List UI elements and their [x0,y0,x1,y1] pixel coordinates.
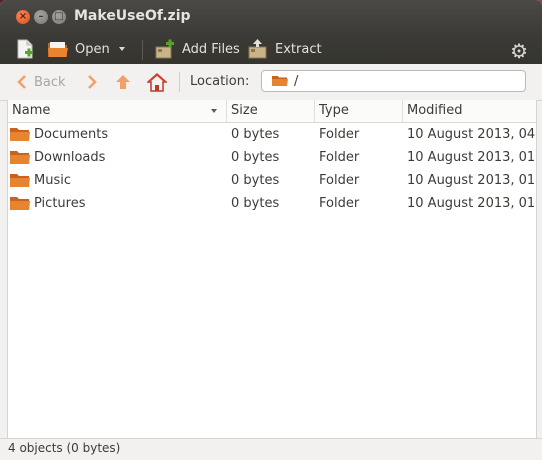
column-header-name[interactable]: Name [8,100,227,122]
location-label: Location: [190,74,250,89]
file-type: Folder [319,196,360,211]
window-title: MakeUseOf.zip [74,8,191,24]
toolbar: Open Add Files Extract ⚙ [0,34,542,64]
nav-separator [179,72,180,92]
file-size: 0 bytes [231,173,280,188]
status-text: 4 objects (0 bytes) [8,441,121,455]
file-name: Documents [34,127,109,142]
back-arrow-icon [17,75,26,89]
home-icon [147,72,167,92]
home-button[interactable] [147,71,167,93]
minimize-button[interactable]: – [34,10,48,24]
file-type: Folder [319,150,360,165]
forward-button[interactable] [86,71,98,93]
file-modified: 10 August 2013, 01:42 [407,150,536,165]
file-modified: 10 August 2013, 01:42 [407,173,536,188]
column-header-type-label: Type [319,103,349,118]
file-modified: 10 August 2013, 04:13 [407,127,536,142]
file-row[interactable]: Documents 0 bytes Folder 10 August 2013,… [8,123,536,146]
folder-icon [10,197,30,210]
add-files-icon [155,39,174,59]
sort-arrow-icon [211,109,217,113]
column-header-modified-label: Modified [407,103,463,118]
gear-icon[interactable]: ⚙ [510,39,528,63]
column-header-size[interactable]: Size [227,100,315,122]
open-dropdown-button[interactable] [118,38,126,60]
status-bar: 4 objects (0 bytes) [0,438,542,460]
file-row[interactable]: Pictures 0 bytes Folder 10 August 2013, … [8,192,536,215]
up-button[interactable] [114,71,132,93]
extract-label: Extract [275,41,322,57]
extract-icon [248,39,267,59]
folder-icon [10,151,30,164]
maximize-button[interactable]: □ [52,10,66,24]
up-arrow-icon [116,75,130,89]
open-button[interactable]: Open [47,38,110,60]
column-header-type[interactable]: Type [315,100,403,122]
file-size: 0 bytes [231,196,280,211]
file-type: Folder [319,127,360,142]
folder-icon [10,174,30,187]
file-type: Folder [319,173,360,188]
file-row[interactable]: Downloads 0 bytes Folder 10 August 2013,… [8,146,536,169]
file-name: Downloads [34,150,106,165]
back-button[interactable]: Back [16,71,66,93]
location-value: / [294,73,299,89]
file-name: Music [34,173,71,188]
back-label: Back [34,74,66,90]
open-icon [48,42,68,57]
file-size: 0 bytes [231,127,280,142]
folder-icon [10,128,30,141]
folder-icon [272,76,288,86]
column-header-row: Name Size Type Modified [8,100,536,123]
extract-button[interactable]: Extract [247,38,322,60]
archive-manager-window: × – □ MakeUseOf.zip Open Add Files Extra… [0,0,542,460]
file-list: Name Size Type Modified Documents 0 byte… [7,100,537,438]
dropdown-arrow-icon [119,47,125,51]
open-label: Open [75,41,110,57]
column-header-name-label: Name [12,103,51,118]
close-button[interactable]: × [16,10,30,24]
new-archive-icon [17,39,33,59]
file-row[interactable]: Music 0 bytes Folder 10 August 2013, 01:… [8,169,536,192]
add-files-label: Add Files [182,41,240,57]
column-header-size-label: Size [231,103,258,118]
new-archive-button[interactable] [14,38,36,60]
toolbar-separator [142,40,143,60]
file-modified: 10 August 2013, 01:42 [407,196,536,211]
file-name: Pictures [34,196,86,211]
forward-arrow-icon [88,75,97,89]
location-input[interactable]: / [261,70,526,92]
add-files-button[interactable]: Add Files [154,38,240,60]
titlebar: × – □ MakeUseOf.zip [0,0,542,34]
file-size: 0 bytes [231,150,280,165]
column-header-modified[interactable]: Modified [403,100,536,122]
navigation-bar: Back Location: / [0,64,542,101]
